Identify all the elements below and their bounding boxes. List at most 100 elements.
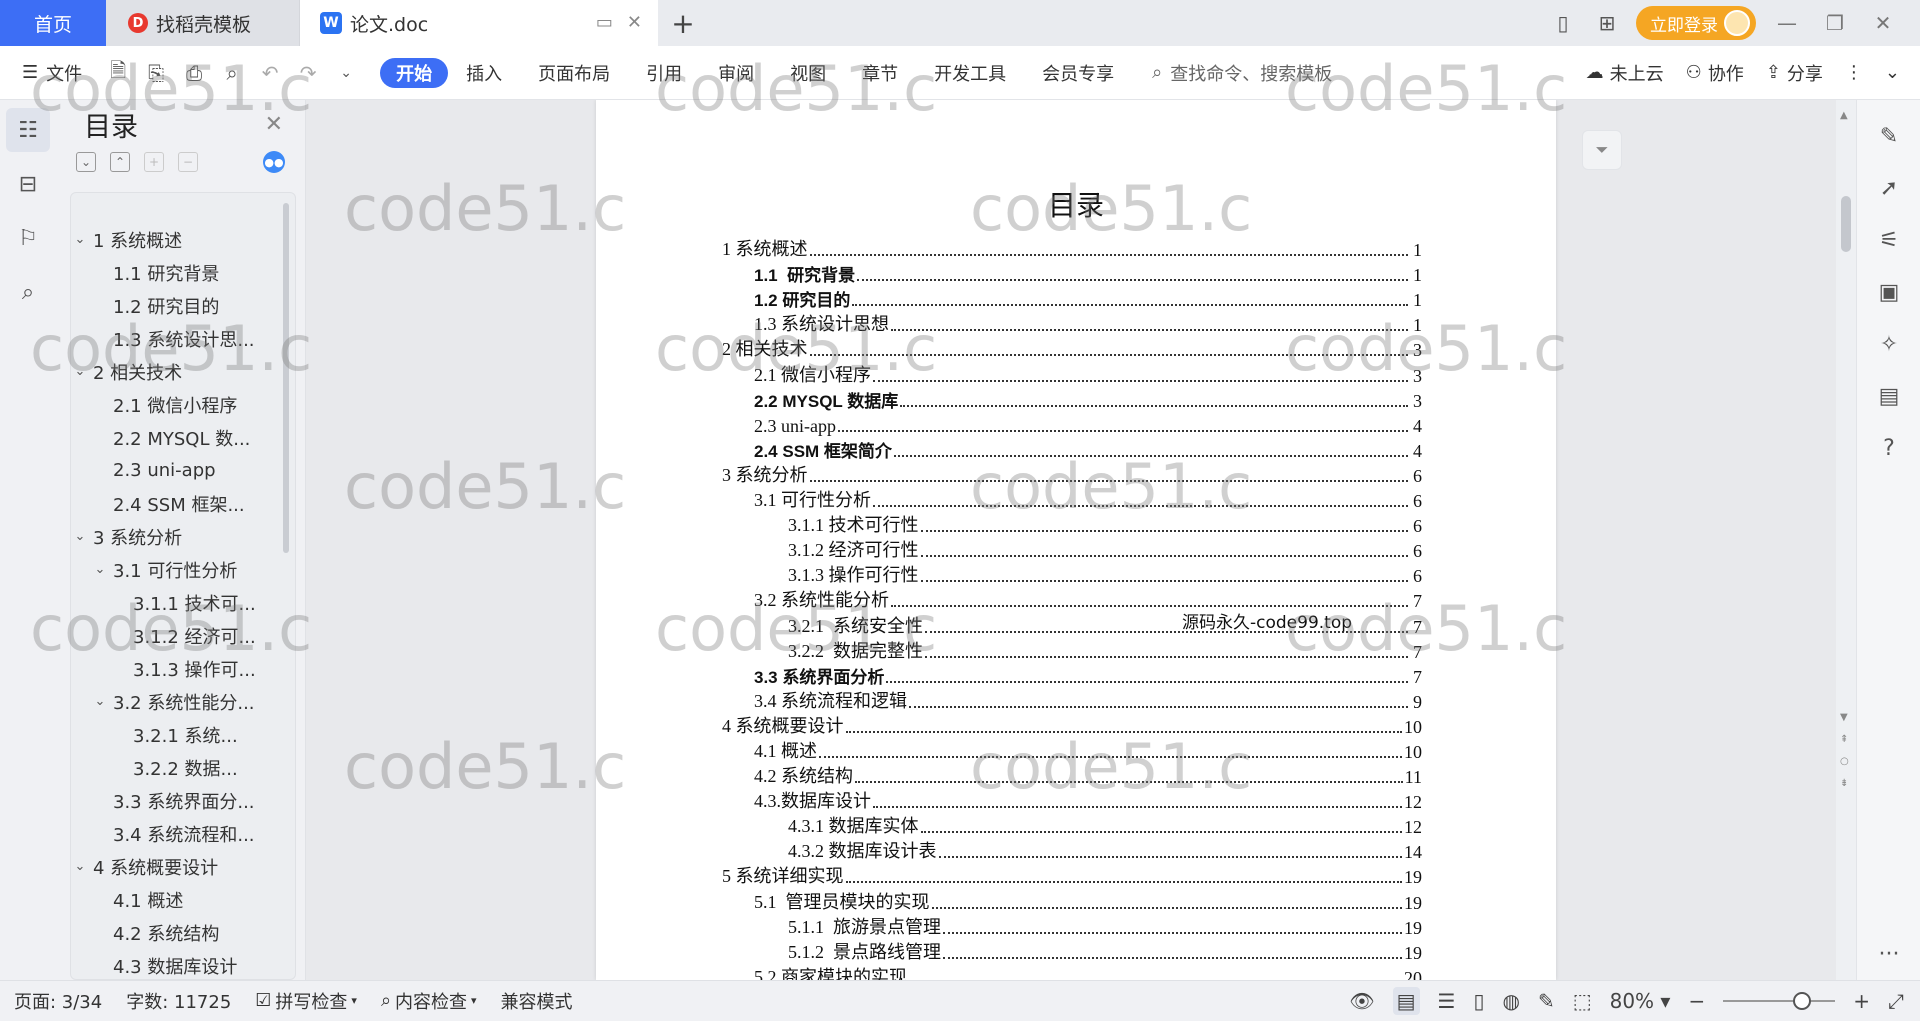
nav-item[interactable]: 3.2.2 数据... [71, 751, 295, 784]
nav-item[interactable]: 2.1 微信小程序 [71, 388, 295, 421]
toc-entry[interactable]: 4.3.1 数据库实体 12 [722, 813, 1422, 838]
ribbon-tab-0[interactable]: 开始 [380, 57, 449, 88]
content-check-button[interactable]: ⌕ 内容检查 ▾ [369, 988, 489, 1014]
print-preview-icon[interactable]: ⌕ [220, 61, 244, 85]
page-indicator[interactable]: 页面: 3/34 [0, 988, 114, 1014]
zoom-slider[interactable] [1723, 992, 1836, 1010]
help-icon[interactable]: ? [1857, 422, 1920, 474]
remove-heading-icon[interactable]: − [178, 152, 198, 172]
nav-item[interactable]: 3.2.1 系统... [71, 718, 295, 751]
cloud-status-button[interactable]: ☁ 未上云 [1586, 60, 1664, 86]
toc-entry[interactable]: 2.3 uni-app 4 [722, 412, 1422, 437]
new-tab-button[interactable]: + [658, 0, 708, 46]
page-view-icon[interactable]: ▤ [1392, 987, 1420, 1015]
ribbon-tab-4[interactable]: 审阅 [700, 58, 772, 88]
scroll-down-icon[interactable]: ▼ [1840, 712, 1848, 723]
tab-daoke-templates[interactable]: D 找稻壳模板 [106, 0, 300, 46]
nav-item[interactable]: 2.2 MYSQL 数... [71, 421, 295, 454]
chapter-nav-icon[interactable]: ⊟ [6, 162, 50, 206]
toc-entry[interactable]: 3.1.1 技术可行性 6 [722, 512, 1422, 537]
toc-entry[interactable]: 4 系统概要设计 10 [722, 713, 1422, 738]
toc-entry[interactable]: 4.3.数据库设计 12 [722, 788, 1422, 813]
scroll-up-icon[interactable]: ▲ [1840, 110, 1848, 121]
chevron-down-icon[interactable]: ⌄ [71, 364, 89, 379]
reading-mode-icon[interactable]: ▯ [1548, 8, 1578, 38]
nav-item[interactable]: 3.1.2 经济可... [71, 619, 295, 652]
float-filter-icon[interactable]: ⏷ [1582, 130, 1622, 170]
nav-item[interactable]: 3.4 系统流程和... [71, 817, 295, 850]
screen-icon[interactable]: ▭ [596, 12, 613, 33]
collapse-icon[interactable]: ⌃ [110, 152, 130, 172]
toc-entry[interactable]: 5.1.2 景点路线管理 19 [722, 939, 1422, 964]
web-view-icon[interactable]: ◍ [1502, 989, 1519, 1013]
toc-entry[interactable]: 5.2 商家模块的实现 20 [722, 964, 1422, 980]
nav-item[interactable]: ⌄ 3 系统分析 [71, 520, 295, 553]
nav-item[interactable]: ⌄ 4 系统概要设计 [71, 850, 295, 883]
chevron-down-icon[interactable]: ⌄ [91, 562, 109, 577]
fit-page-icon[interactable]: ⬚ [1573, 989, 1592, 1013]
toc-entry[interactable]: 3.1.3 操作可行性 6 [722, 562, 1422, 587]
share-button[interactable]: ⇪ 分享 [1766, 60, 1823, 86]
write-view-icon[interactable]: ✎ [1538, 989, 1555, 1013]
reader-icon[interactable]: ▤ [1857, 370, 1920, 422]
nav-item[interactable]: 2.3 uni-app [71, 454, 295, 487]
select-browse-icon[interactable]: ○ [1840, 756, 1849, 767]
eye-protection-icon[interactable]: 👁 [1349, 989, 1374, 1013]
read-view-icon[interactable]: ▯ [1473, 989, 1484, 1013]
toc-entry[interactable]: 1 系统概述 1 [722, 236, 1422, 261]
nav-item[interactable]: 3.3 系统界面分... [71, 784, 295, 817]
nav-item[interactable]: 1.2 研究目的 [71, 289, 295, 322]
more-tools-icon[interactable]: ··· [1857, 928, 1920, 980]
toc-entry[interactable]: 2.4 SSM 框架简介 4 [722, 437, 1422, 462]
ribbon-tab-8[interactable]: 会员专享 [1024, 58, 1132, 88]
tab-home[interactable]: 首页 [0, 0, 106, 46]
toc-entry[interactable]: 3.2.2 数据完整性 7 [722, 638, 1422, 663]
collapse-ribbon-icon[interactable]: ⌄ [1885, 62, 1900, 83]
toc-entry[interactable]: 3 系统分析 6 [722, 462, 1422, 487]
image-tool-icon[interactable]: ▣ [1857, 266, 1920, 318]
word-count[interactable]: 字数: 11725 [114, 988, 243, 1014]
tab-document[interactable]: W 论文.doc ▭ ✕ [300, 0, 658, 46]
nav-item[interactable]: 3.1.1 技术可... [71, 586, 295, 619]
toc-entry[interactable]: 2.1 微信小程序 3 [722, 361, 1422, 386]
bookmark-icon[interactable]: ⚐ [6, 216, 50, 260]
close-tab-icon[interactable]: ✕ [627, 12, 642, 33]
toc-panel-icon[interactable]: ☷ [6, 108, 50, 152]
ribbon-tab-2[interactable]: 页面布局 [520, 58, 628, 88]
nav-item[interactable]: 1.1 研究背景 [71, 256, 295, 289]
toc-entry[interactable]: 1.1 研究背景 1 [722, 261, 1422, 286]
file-menu[interactable]: ☰ 文件 [22, 60, 82, 86]
toc-entry[interactable]: 3.4 系统流程和逻辑 9 [722, 688, 1422, 713]
nav-item[interactable]: ⌄ 3.2 系统性能分... [71, 685, 295, 718]
zoom-out-icon[interactable]: − [1688, 989, 1705, 1013]
toc-entry[interactable]: 1.3 系统设计思想 1 [722, 311, 1422, 336]
toc-entry[interactable]: 4.1 概述 10 [722, 738, 1422, 763]
customize-dropdown-icon[interactable]: ⌄ [334, 65, 358, 81]
toc-entry[interactable]: 4.2 系统结构 11 [722, 763, 1422, 788]
toc-entry[interactable]: 3.1 可行性分析 6 [722, 487, 1422, 512]
ribbon-tab-6[interactable]: 章节 [844, 58, 916, 88]
vertical-scrollbar[interactable]: ▲ ▼ ⇞ ○ ⇟ [1836, 100, 1856, 980]
prev-page-icon[interactable]: ⇞ [1840, 734, 1848, 745]
undo-icon[interactable]: ↶ [258, 61, 282, 85]
find-icon[interactable]: ⌕ [6, 270, 50, 314]
chevron-down-icon[interactable]: ⌄ [91, 694, 109, 709]
nav-item[interactable]: 4.2 系统结构 [71, 916, 295, 949]
nav-item[interactable]: 4.3 数据库设计 [71, 949, 295, 979]
toc-entry[interactable]: 5.1 管理员模块的实现 19 [722, 888, 1422, 913]
next-page-icon[interactable]: ⇟ [1840, 778, 1848, 789]
outline-view-icon[interactable]: ☰ [1438, 989, 1456, 1013]
redo-icon[interactable]: ↷ [296, 61, 320, 85]
spell-check-button[interactable]: ☑ 拼写检查 ▾ [243, 988, 369, 1014]
zoom-level[interactable]: 80% ▾ [1610, 989, 1671, 1013]
collaborate-button[interactable]: ⚇ 协作 [1686, 60, 1744, 86]
ai-assist-icon[interactable]: ✧ [1857, 318, 1920, 370]
toc-entry[interactable]: 2.2 MYSQL 数据库 3 [722, 387, 1422, 412]
pen-icon[interactable]: ✎ [1857, 110, 1920, 162]
nav-item[interactable]: 3.1.3 操作可... [71, 652, 295, 685]
toc-entry[interactable]: 1.2 研究目的 1 [722, 286, 1422, 311]
login-button[interactable]: 立即登录 [1636, 6, 1756, 40]
zoom-slider-knob[interactable] [1793, 992, 1812, 1010]
nav-item[interactable]: 2.4 SSM 框架... [71, 487, 295, 520]
expand-icon[interactable]: ⌄ [76, 152, 96, 172]
